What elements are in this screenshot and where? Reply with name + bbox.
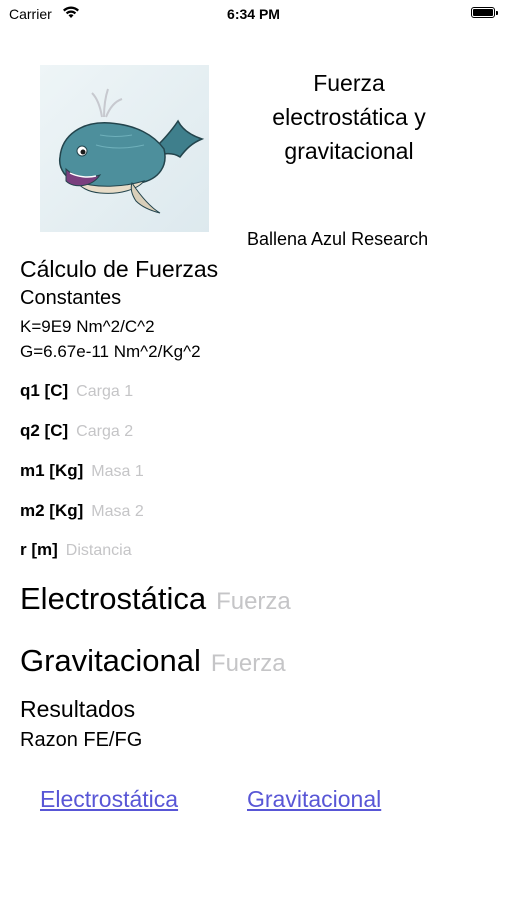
constant-k: K=9E9 Nm^2/C^2 bbox=[20, 317, 155, 336]
battery-icon bbox=[471, 7, 498, 18]
whale-logo-image bbox=[40, 65, 209, 232]
electrostatic-force-row: Electrostática Fuerza bbox=[20, 581, 291, 617]
r-input[interactable]: Distancia bbox=[66, 542, 132, 560]
electrostatic-force-field[interactable]: Fuerza bbox=[216, 588, 291, 616]
electrostatic-label: Electrostática bbox=[20, 581, 207, 616]
company-label: Ballena Azul Research bbox=[247, 229, 429, 249]
m1-input[interactable]: Masa 1 bbox=[91, 463, 143, 481]
electrostatic-link[interactable]: Electrostática bbox=[40, 786, 178, 813]
gravitational-link[interactable]: Gravitacional bbox=[247, 786, 381, 813]
app-title: Fuerza electrostática y gravitacional bbox=[247, 66, 451, 168]
q2-label: q2 [C] bbox=[20, 421, 69, 440]
results-title: Resultados bbox=[20, 696, 136, 722]
gravitational-label: Gravitacional bbox=[20, 643, 201, 678]
clock: 6:34 PM bbox=[227, 6, 280, 22]
title-line-1: Fuerza bbox=[313, 70, 385, 96]
constants-title: Constantes bbox=[20, 287, 122, 309]
m1-label: m1 [Kg] bbox=[20, 461, 84, 480]
title-line-2: electrostática y bbox=[272, 104, 426, 130]
ratio-label: Razon FE/FG bbox=[20, 729, 143, 751]
title-line-3: gravitacional bbox=[284, 138, 414, 164]
gravitational-force-row: Gravitacional Fuerza bbox=[20, 643, 286, 679]
input-row-m2: m2 [Kg] Masa 2 bbox=[20, 501, 144, 521]
q2-input[interactable]: Carga 2 bbox=[76, 423, 133, 441]
q1-label: q1 [C] bbox=[20, 381, 69, 400]
input-row-m1: m1 [Kg] Masa 1 bbox=[20, 461, 144, 481]
input-row-q2: q2 [C] Carga 2 bbox=[20, 421, 133, 441]
m2-input[interactable]: Masa 2 bbox=[91, 503, 143, 521]
q1-input[interactable]: Carga 1 bbox=[76, 383, 133, 401]
input-row-r: r [m] Distancia bbox=[20, 540, 132, 560]
gravitational-force-field[interactable]: Fuerza bbox=[211, 650, 286, 678]
section-title: Cálculo de Fuerzas bbox=[20, 256, 219, 282]
input-row-q1: q1 [C] Carga 1 bbox=[20, 381, 133, 401]
r-label: r [m] bbox=[20, 540, 58, 559]
constant-g: G=6.67e-11 Nm^2/Kg^2 bbox=[20, 342, 201, 361]
status-bar: Carrier 6:34 PM bbox=[0, 0, 507, 28]
m2-label: m2 [Kg] bbox=[20, 501, 84, 520]
